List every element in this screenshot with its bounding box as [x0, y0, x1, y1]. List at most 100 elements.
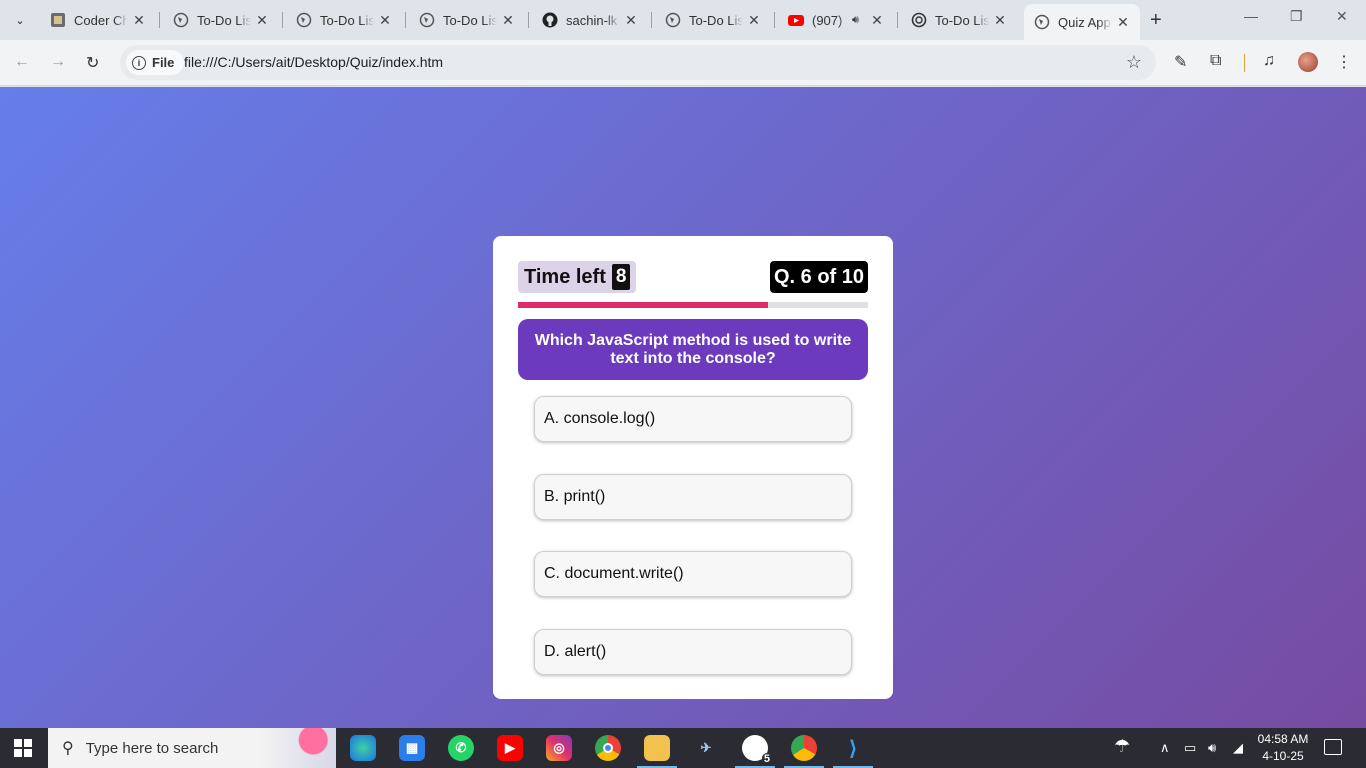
tab-1[interactable]: To-Do List ✕	[163, 4, 279, 36]
tab-2[interactable]: To-Do List ✕	[286, 4, 402, 36]
question-counter: Q. 6 of 10	[769, 261, 868, 293]
eyedropper-icon[interactable]: ✎	[1174, 52, 1187, 72]
app-icon[interactable]: ✈	[693, 735, 719, 761]
tab-3[interactable]: To-Do List ✕	[409, 4, 525, 36]
chevron-up-icon[interactable]: ∧	[1160, 740, 1170, 756]
restore-icon: ❐	[1290, 8, 1303, 24]
tab-0[interactable]: Coder Ch ✕	[40, 4, 156, 36]
extensions-icon[interactable]: ⧉	[1210, 52, 1221, 70]
taskbar-search[interactable]: ⚲ Type here to search	[48, 728, 336, 768]
globe-icon	[419, 12, 435, 28]
time-progress-fill	[518, 302, 768, 308]
timer-label: Time left	[524, 265, 606, 288]
arrow-left-icon: ←	[14, 53, 30, 70]
store-icon[interactable]: ▦	[399, 735, 425, 761]
tab-label: To-Do List	[935, 12, 989, 28]
windows-start-button[interactable]	[14, 739, 32, 757]
tab-divider	[405, 12, 406, 28]
globe-icon	[665, 12, 681, 28]
github-icon	[542, 12, 558, 28]
notification-center-icon[interactable]	[1324, 739, 1342, 755]
tab-label: To-Do List	[320, 12, 374, 28]
close-icon[interactable]: ✕	[501, 12, 515, 29]
tab-label: (907)	[812, 12, 843, 28]
vscode-icon[interactable]: ⟩	[833, 735, 873, 768]
media-control-icon[interactable]: ♫	[1263, 52, 1275, 70]
close-icon[interactable]: ✕	[624, 12, 638, 29]
tab-8-active[interactable]: Quiz App ✕	[1024, 4, 1140, 40]
time-progress-bar	[518, 302, 868, 308]
tab-5[interactable]: To-Do List ✕	[655, 4, 771, 36]
address-bar[interactable]: i File file:///C:/Users/ait/Desktop/Quiz…	[120, 45, 1156, 80]
chatgpt-icon[interactable]: 5	[735, 735, 775, 768]
youtube-icon	[788, 12, 804, 28]
menu-kebab-icon[interactable]: ⋮	[1336, 52, 1352, 72]
weather-umbrella-icon[interactable]: ☂	[1114, 736, 1130, 757]
chrome-profile-icon[interactable]	[784, 735, 824, 768]
search-highlight-art	[260, 728, 336, 768]
system-clock[interactable]: 04:58 AM 4-10-25	[1252, 731, 1314, 765]
chrome-icon[interactable]	[595, 735, 621, 761]
file-explorer-icon[interactable]	[637, 735, 677, 768]
tab-search-button[interactable]: ⌄	[6, 7, 34, 33]
option-b[interactable]: B. print()	[534, 474, 852, 520]
close-icon: ✕	[1336, 8, 1348, 24]
site-info-chip[interactable]: i File	[126, 50, 185, 75]
forward-button[interactable]: →	[50, 53, 66, 71]
browser-toolbar: ← → ↻ i File file:///C:/Users/ait/Deskto…	[0, 40, 1366, 86]
quiz-card: Time left 8 Q. 6 of 10 Which JavaScript …	[493, 236, 893, 699]
tab-divider	[282, 12, 283, 28]
tab-divider	[159, 12, 160, 28]
option-d[interactable]: D. alert()	[534, 629, 852, 675]
tab-strip: ⌄ Coder Ch ✕ To-Do List ✕ To-Do List ✕ T…	[0, 0, 1366, 40]
close-icon[interactable]: ✕	[132, 12, 146, 29]
close-window-button[interactable]: ✕	[1336, 8, 1348, 25]
close-icon[interactable]: ✕	[1116, 14, 1130, 31]
clock-time: 04:58 AM	[1257, 732, 1309, 746]
globe-icon	[173, 12, 189, 28]
speaker-icon[interactable]: 🔊︎	[852, 14, 866, 27]
new-tab-button[interactable]: +	[1150, 9, 1162, 32]
option-a[interactable]: A. console.log()	[534, 396, 852, 442]
wifi-icon[interactable]: ◢	[1233, 740, 1243, 756]
tab-label: Quiz App	[1058, 14, 1111, 30]
close-icon[interactable]: ✕	[378, 12, 392, 29]
close-icon[interactable]: ✕	[870, 12, 884, 29]
tab-label: To-Do List	[443, 12, 497, 28]
volume-icon[interactable]: 🔊︎	[1208, 740, 1216, 756]
tab-divider	[528, 12, 529, 28]
tab-4[interactable]: sachin-lk ✕	[532, 4, 648, 36]
option-c[interactable]: C. document.write()	[534, 551, 852, 597]
tab-7[interactable]: To-Do List ✕	[901, 4, 1017, 36]
reload-icon: ↻	[86, 55, 100, 72]
chevron-down-icon: ⌄	[15, 14, 25, 27]
edge-icon[interactable]	[350, 735, 376, 761]
chatgpt-icon	[911, 12, 927, 28]
close-icon[interactable]: ✕	[993, 12, 1007, 29]
restore-button[interactable]: ❐	[1290, 8, 1303, 25]
chip-label: File	[152, 55, 175, 70]
back-button[interactable]: ←	[14, 53, 30, 71]
tab-label: Coder Ch	[74, 12, 128, 28]
battery-icon[interactable]: ▭	[1184, 740, 1196, 756]
tab-divider	[651, 12, 652, 28]
close-icon[interactable]: ✕	[255, 12, 269, 29]
search-placeholder: Type here to search	[85, 739, 219, 757]
profile-avatar[interactable]	[1298, 52, 1318, 72]
clock-date: 4-10-25	[1262, 749, 1304, 763]
whatsapp-icon[interactable]: ✆	[448, 735, 474, 761]
whatsapp-badge: 5	[761, 753, 772, 765]
reload-button[interactable]: ↻	[86, 53, 99, 73]
tab-6[interactable]: (907) 🔊︎ ✕	[778, 4, 894, 36]
youtube-icon[interactable]: ▶	[497, 735, 523, 761]
instagram-icon[interactable]: ◎	[546, 735, 572, 761]
url-text[interactable]: file:///C:/Users/ait/Desktop/Quiz/index.…	[184, 54, 443, 70]
globe-icon	[296, 12, 312, 28]
question-text: Which JavaScript method is used to write…	[518, 319, 868, 380]
toolbar-divider	[1244, 54, 1245, 72]
bookmark-star-icon[interactable]: ☆	[1126, 52, 1142, 73]
close-icon[interactable]: ✕	[747, 12, 761, 29]
tab-label: To-Do List	[197, 12, 251, 28]
minimize-button[interactable]: —	[1244, 8, 1258, 24]
tab-divider	[774, 12, 775, 28]
